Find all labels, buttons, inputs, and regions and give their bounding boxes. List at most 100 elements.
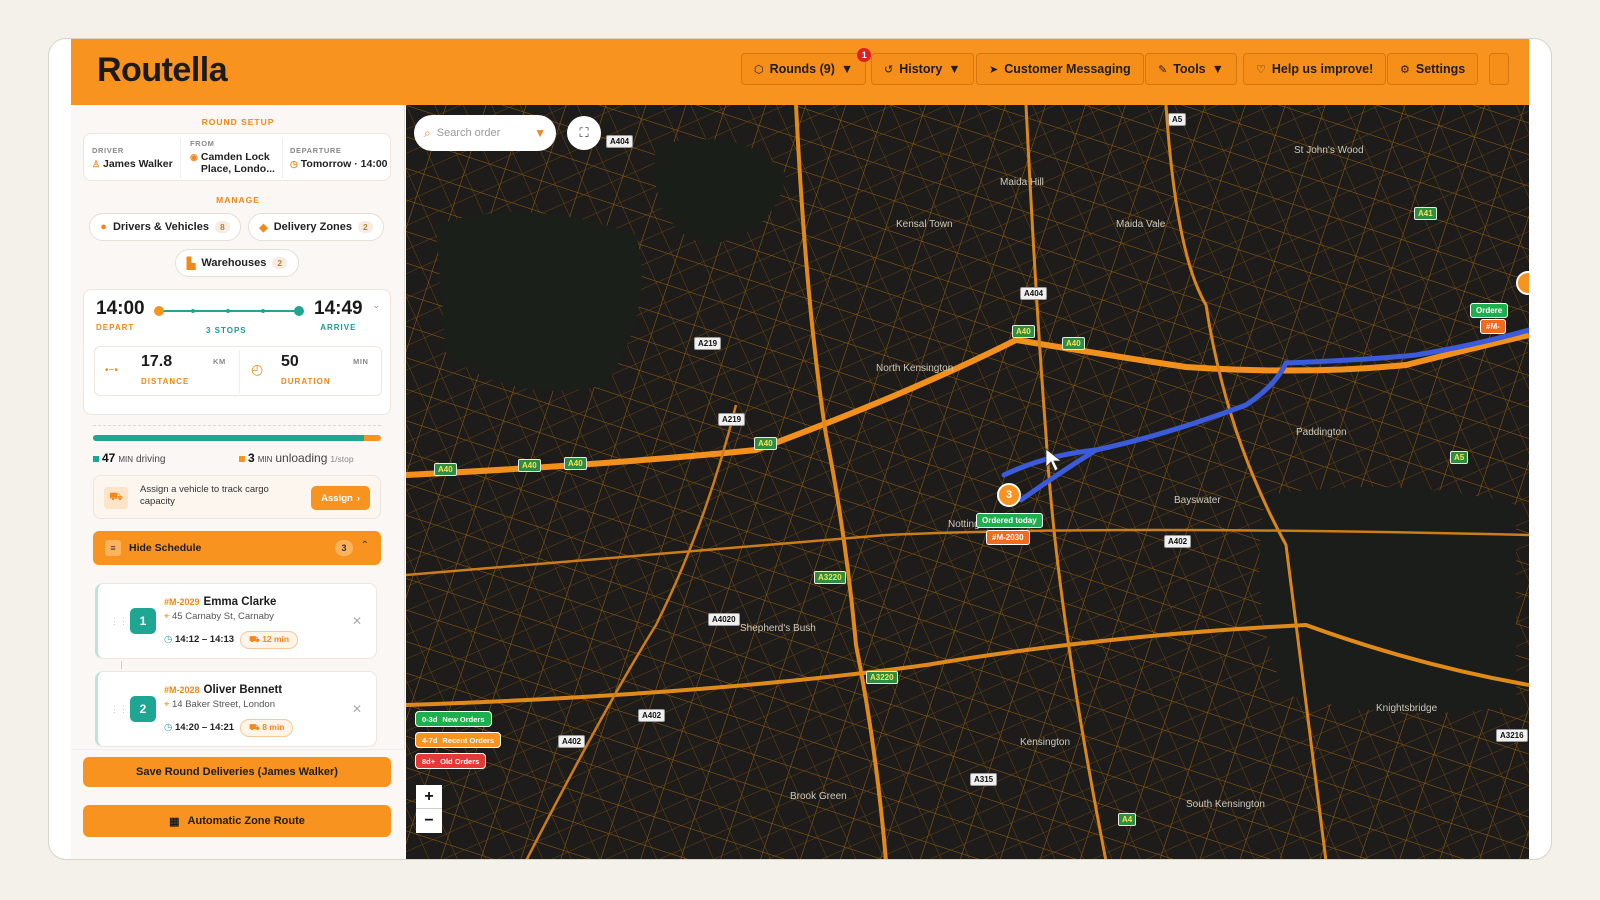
distance-label: DISTANCE [141,377,190,386]
remove-stop-icon[interactable]: ✕ [352,702,362,716]
filter-dropdown-icon[interactable]: ▼ [534,126,546,140]
divider [239,351,240,393]
order-tag-edge[interactable]: #M- [1480,319,1506,334]
road-shield: A219 [694,337,722,350]
divider [180,138,181,178]
road-shield: A40 [518,459,541,472]
hide-schedule-toggle[interactable]: ≡ Hide Schedule 3 ⌃ [93,531,381,565]
order-tag[interactable]: #M-2030 [986,530,1030,545]
warehouses-label: Warehouses [201,257,267,269]
drag-handle-icon[interactable]: ⋮⋮ [110,704,128,715]
search-icon: ⌕ [424,125,431,140]
warehouse-icon: ▙ [186,257,196,270]
driving-unit: MIN [118,455,134,464]
list-icon: ≡ [105,540,121,556]
road-shield: A3216 [1496,729,1528,742]
history-label: History [899,62,943,76]
chevron-down-icon[interactable]: ⌄ [372,300,380,311]
save-round-label: Save Round Deliveries (James Walker) [136,766,338,778]
stop-eta: 14:20 – 14:21 [174,722,235,733]
departure-field[interactable]: DEPARTURE ◷ Tomorrow · 14:00 [290,146,388,170]
driving-legend: 47 MIN driving [93,451,166,465]
stop-marker-3[interactable]: 3 [997,483,1021,507]
overflow-nav-button[interactable] [1489,53,1509,85]
schedule-count-badge: 3 [335,540,353,556]
stop-card-1[interactable]: ⋮⋮ 1 #M-2029 Emma Clarke ⌖ 45 Carnaby St,… [95,583,377,659]
legend-new-orders[interactable]: 0-3d New Orders [415,711,492,727]
person-icon: ● [100,221,107,233]
road-shield: A315 [970,773,998,786]
travel-minutes: 8 min [262,722,285,732]
ordered-today-tag: Ordered today [976,513,1043,528]
zoom-out-button[interactable]: − [416,809,442,833]
map-label: Shepherd's Bush [740,623,816,634]
customer-name: Emma Clarke [203,596,277,608]
search-order-input[interactable]: ⌕ Search order ▼ [414,115,556,151]
drag-handle-icon[interactable]: ⋮⋮ [110,616,128,627]
road-shield: A40 [1062,337,1085,350]
delivery-zones-button[interactable]: ◆ Delivery Zones 2 [248,213,384,241]
automatic-zone-route-button[interactable]: ▦ Automatic Zone Route [83,805,391,837]
app-window: Routella ⬡ Rounds (9) ▼ 1 ↺ History ▼ ➤ … [71,39,1529,859]
driving-minutes: 47 [102,451,116,465]
order-id[interactable]: #M-2029 [164,597,200,607]
route-icon: •−• [105,365,118,376]
routella-logo[interactable]: Routella [97,51,228,90]
arrive-block: 14:49 ARRIVE [314,298,363,332]
history-button[interactable]: ↺ History ▼ [871,53,974,85]
duration-label: DURATION [281,377,331,386]
help-improve-button[interactable]: ♡ Help us improve! [1243,53,1387,85]
road-shield: A40 [434,463,457,476]
unloading-minutes: 3 [248,451,255,465]
road-shield: A3220 [814,571,846,584]
round-setup-title: ROUND SETUP [201,117,275,127]
depart-time: 14:00 [96,298,145,319]
map-label: St John's Wood [1294,145,1364,156]
order-id[interactable]: #M-2028 [164,685,200,695]
travel-minutes: 12 min [262,634,290,644]
save-round-button[interactable]: Save Round Deliveries (James Walker) [83,757,391,787]
driver-value: James Walker [103,158,173,170]
stops-count-label: 3 STOPS [206,326,247,335]
park-area [436,212,642,391]
customer-messaging-button[interactable]: ➤ Customer Messaging [976,53,1144,85]
search-placeholder: Search order [436,127,501,139]
clock-icon: ◷ [290,159,298,169]
fullscreen-button[interactable]: ⛶ [567,116,601,150]
warehouses-count-badge: 2 [272,257,288,269]
map-label: Notting [948,519,980,530]
stop-card-2[interactable]: ⋮⋮ 2 #M-2028 Oliver Bennett ⌖ 14 Baker St… [95,671,377,747]
road-shield: A219 [718,413,746,426]
stop-number-badge: 2 [130,696,156,722]
divider [282,138,283,178]
map-label: Brook Green [790,791,847,802]
tools-button[interactable]: ✎ Tools ▼ [1145,53,1237,85]
road-shield: A402 [558,735,586,748]
legend-range: 4-7d [422,735,438,745]
legend-range: 0-3d [422,714,438,724]
driver-field[interactable]: DRIVER ♙ James Walker [92,146,173,170]
map-label: South Kensington [1186,799,1265,810]
road-shield: A41 [1414,207,1437,220]
dropdown-arrow-icon: ▼ [948,62,961,76]
from-field[interactable]: FROM ◉ Camden Lock Place, Londo... [190,139,280,175]
remove-stop-icon[interactable]: ✕ [352,614,362,628]
legend-old-orders[interactable]: 8d+ Old Orders [415,753,487,769]
zoom-in-button[interactable]: + [416,785,442,809]
drivers-vehicles-button[interactable]: ● Drivers & Vehicles 8 [89,213,241,241]
wrench-icon: ✎ [1158,63,1168,76]
delivery-zones-label: Delivery Zones [273,221,352,233]
tools-label: Tools [1173,62,1206,76]
unloading-text: unloading [275,451,328,465]
settings-button[interactable]: ⚙ Settings [1387,53,1479,85]
rounds-notification-badge: 1 [857,48,872,62]
assign-button[interactable]: Assign › [311,486,370,510]
rounds-button[interactable]: ⬡ Rounds (9) ▼ 1 [741,48,872,85]
warehouses-button[interactable]: ▙ Warehouses 2 [175,249,299,277]
pin-icon: ◉ [190,152,198,162]
duration-value: 50 [281,353,299,370]
driver-label: DRIVER [92,146,124,155]
map-view[interactable]: Maida Hill St John's Wood Kensal Town Ma… [406,105,1529,859]
stop-address: 14 Baker Street, London [172,699,275,710]
legend-recent-orders[interactable]: 4-7d Recent Orders [415,732,502,748]
